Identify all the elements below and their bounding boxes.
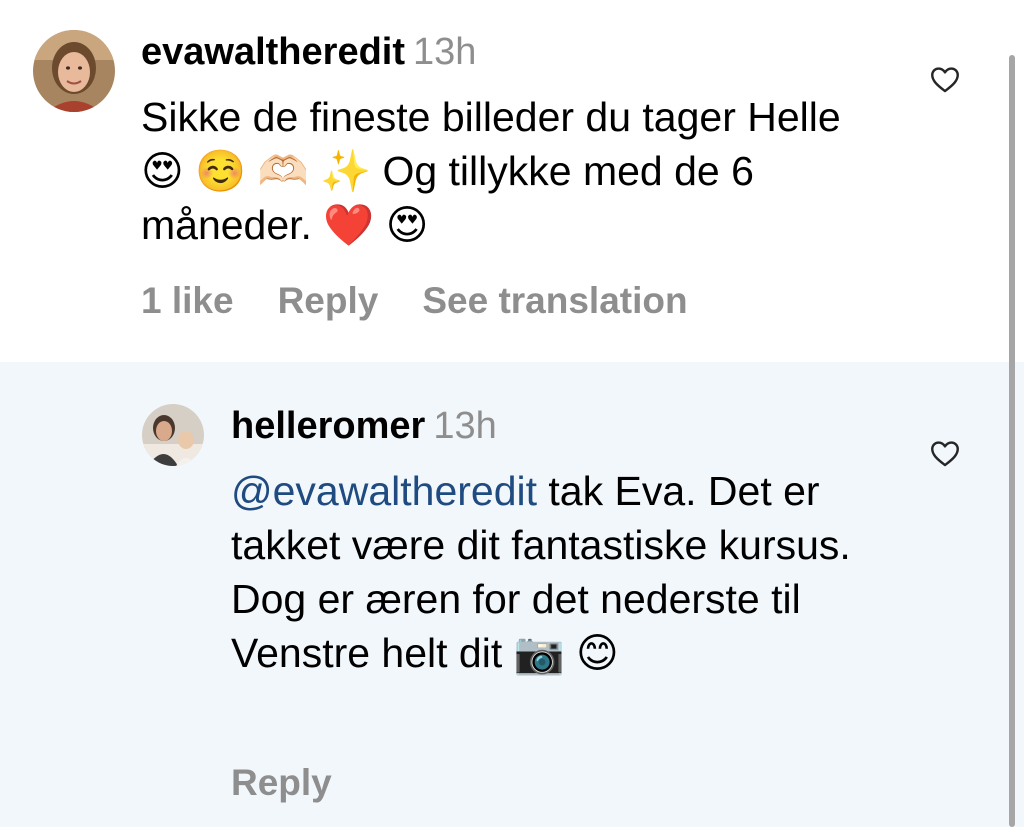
avatar-woman-portrait-icon <box>33 30 115 112</box>
timestamp: 13h <box>433 405 497 447</box>
comment-text: Sikke de fineste billeder du tager Helle… <box>141 94 841 248</box>
avatar-woman-with-child-icon <box>142 404 204 466</box>
scrollbar[interactable] <box>1009 55 1015 827</box>
comment-actions: 1 like Reply See translation <box>141 280 732 322</box>
comment-header: evawaltheredit 13h <box>141 30 476 74</box>
reply-button[interactable]: Reply <box>278 280 379 321</box>
avatar[interactable] <box>33 30 115 112</box>
see-translation-button[interactable]: See translation <box>422 280 687 321</box>
username[interactable]: helleromer <box>231 405 425 447</box>
heart-outline-icon[interactable] <box>928 62 962 96</box>
reply-button[interactable]: Reply <box>231 762 332 803</box>
likes-count-link[interactable]: 1 like <box>141 280 234 321</box>
comment-evawaltheredit: evawaltheredit 13h Sikke de fineste bille… <box>0 0 1024 362</box>
reply-helleromer: helleromer 13h @evawaltheredit tak Eva. D… <box>0 362 1024 827</box>
mention-link[interactable]: @evawaltheredit <box>231 468 537 514</box>
comment-actions: Reply <box>231 762 376 804</box>
avatar[interactable] <box>142 404 204 466</box>
heart-outline-icon[interactable] <box>928 436 962 470</box>
comment-header: helleromer 13h <box>231 404 497 448</box>
username[interactable]: evawaltheredit <box>141 31 405 73</box>
comment-text: @evawaltheredit tak Eva. Det er takket v… <box>231 464 891 680</box>
timestamp: 13h <box>413 31 477 73</box>
